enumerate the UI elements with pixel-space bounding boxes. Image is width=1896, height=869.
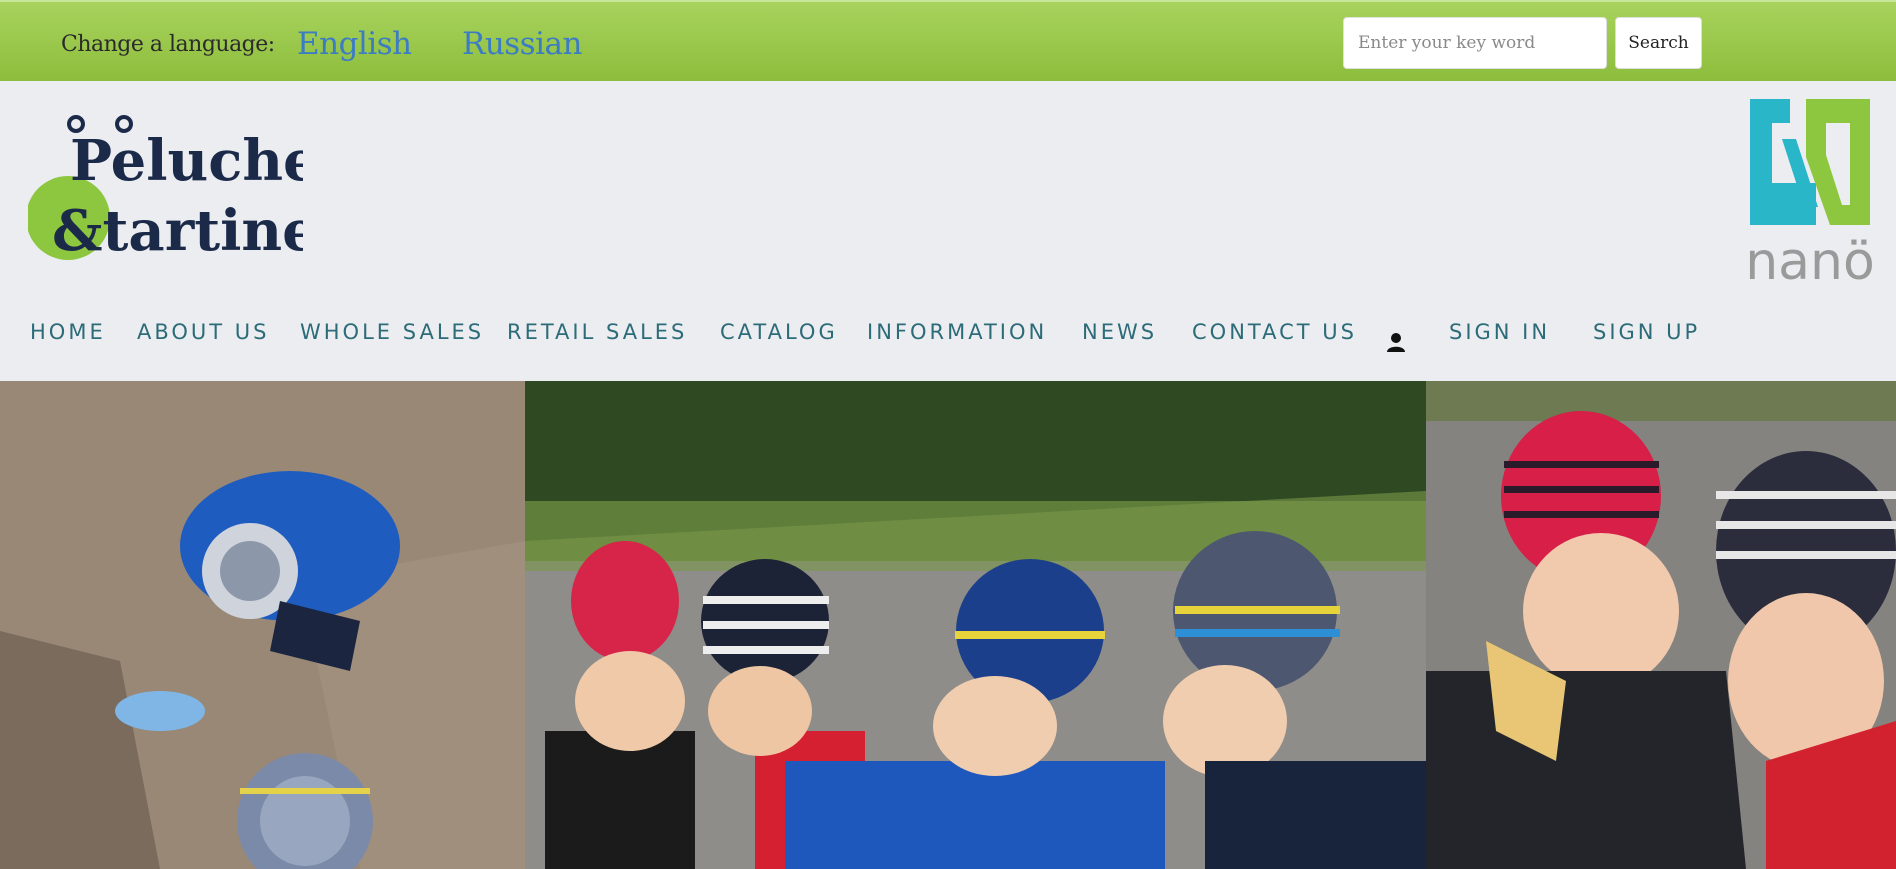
logo-line1: Peluche <box>70 128 303 194</box>
top-bar: Change a language: English Russian Searc… <box>0 0 1896 81</box>
nav-information[interactable]: INFORMATION <box>867 320 1047 344</box>
nav-retail-sales[interactable]: RETAIL SALES <box>507 320 687 344</box>
nav-catalog[interactable]: CATALOG <box>720 320 838 344</box>
nav-sign-up[interactable]: SIGN UP <box>1593 320 1700 344</box>
search-button[interactable]: Search <box>1615 17 1702 69</box>
language-english-link[interactable]: English <box>297 26 412 62</box>
nano-logo[interactable]: nanö <box>1746 97 1874 287</box>
photo-two-girls <box>1426 381 1896 869</box>
nano-logo-text: nanö <box>1746 232 1874 287</box>
photo-kids-on-rocks <box>0 381 525 869</box>
nav-whole-sales[interactable]: WHOLE SALES <box>300 320 484 344</box>
user-icon[interactable] <box>1386 331 1406 353</box>
language-label: Change a language: <box>61 32 275 57</box>
peluche-tartine-logo[interactable]: Peluche &tartine <box>28 110 303 270</box>
photo-kids-in-hats <box>525 381 1426 869</box>
logo-line2: &tartine <box>52 198 303 264</box>
nav-contact-us[interactable]: CONTACT US <box>1192 320 1357 344</box>
nav-news[interactable]: NEWS <box>1082 320 1157 344</box>
nav-about-us[interactable]: ABOUT US <box>137 320 270 344</box>
nav-sign-in[interactable]: SIGN IN <box>1449 320 1550 344</box>
language-russian-link[interactable]: Russian <box>462 26 583 62</box>
hero-photo-banner <box>0 381 1896 869</box>
search-input[interactable] <box>1343 17 1607 69</box>
nav-home[interactable]: HOME <box>30 320 106 344</box>
